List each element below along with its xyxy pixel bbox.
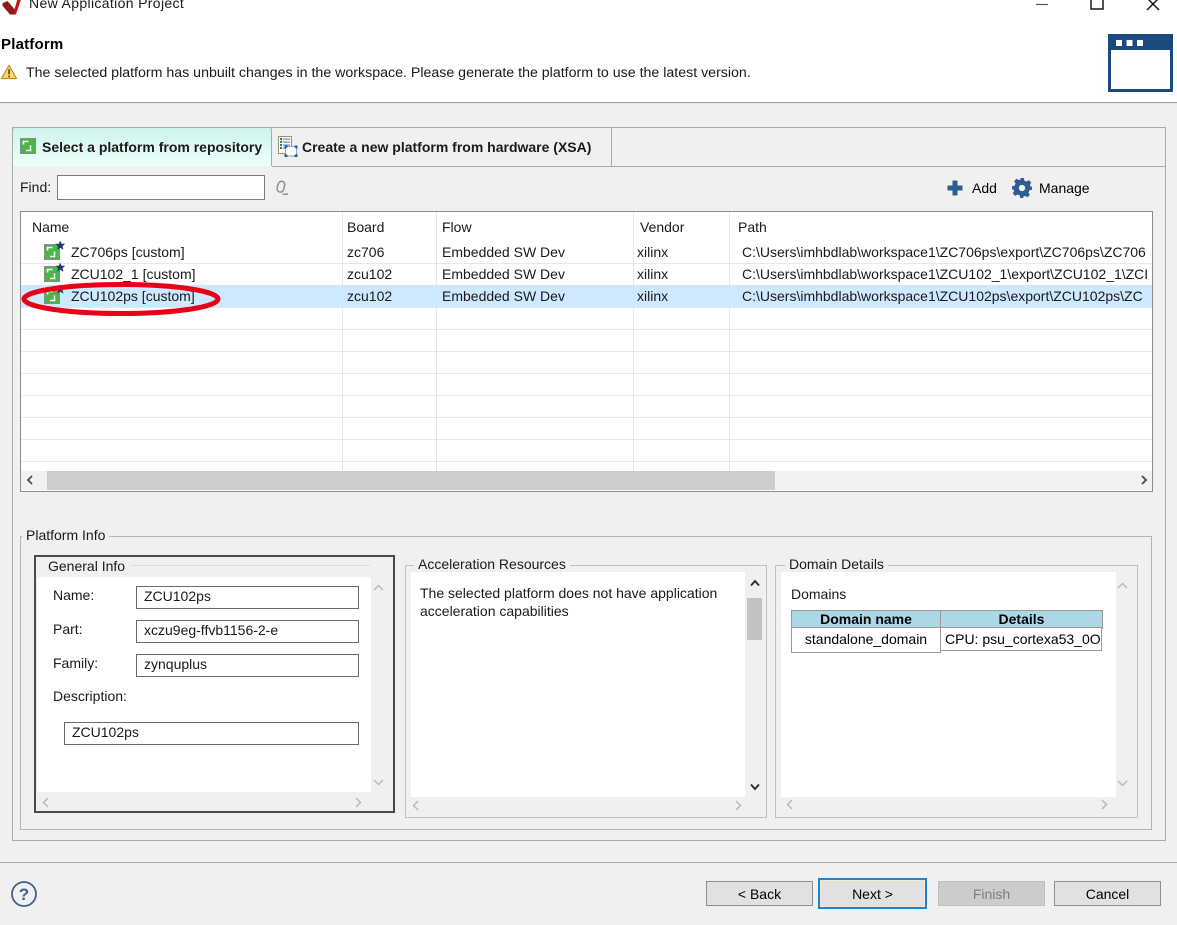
svg-text:?: ? <box>19 885 29 904</box>
